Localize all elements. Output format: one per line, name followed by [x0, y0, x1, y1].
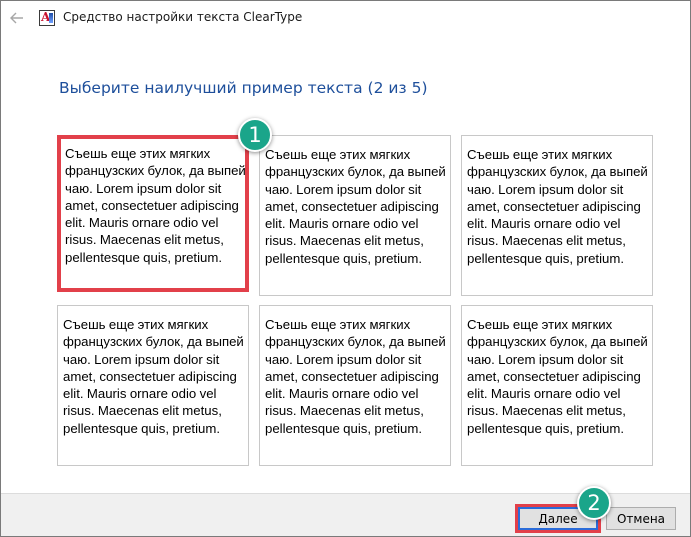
window-title: Средство настройки текста ClearType: [63, 10, 303, 24]
sample-tile-4[interactable]: Съешь еще этих мягких французских булок,…: [57, 305, 249, 466]
sample-text: Съешь еще этих мягких французских булок,…: [265, 147, 446, 266]
sample-text: Съешь еще этих мягких французских булок,…: [467, 147, 648, 266]
sample-tile-6[interactable]: Съешь еще этих мягких французских булок,…: [461, 305, 653, 466]
title-bar: A Средство настройки текста ClearType: [1, 1, 690, 34]
sample-text: Съешь еще этих мягких французских булок,…: [65, 146, 246, 265]
sample-tile-3[interactable]: Съешь еще этих мягких французских булок,…: [461, 135, 653, 296]
step-badge-2: 2: [577, 486, 611, 520]
page-heading: Выберите наилучший пример текста (2 из 5…: [59, 79, 428, 97]
cancel-button[interactable]: Отмена: [606, 507, 676, 530]
sample-tile-2[interactable]: Съешь еще этих мягких французских булок,…: [259, 135, 451, 296]
step-badge-1: 1: [238, 118, 272, 152]
sample-text: Съешь еще этих мягких французских булок,…: [265, 317, 446, 436]
sample-text: Съешь еще этих мягких французских булок,…: [467, 317, 648, 436]
back-button[interactable]: [1, 1, 32, 34]
sample-tile-5[interactable]: Съешь еще этих мягких французских булок,…: [259, 305, 451, 466]
sample-text: Съешь еще этих мягких французских булок,…: [63, 317, 244, 436]
cleartype-window: A Средство настройки текста ClearType Вы…: [0, 0, 691, 537]
sample-tile-1[interactable]: Съешь еще этих мягких французских булок,…: [57, 135, 249, 292]
cleartype-app-icon: A: [39, 10, 55, 26]
arrow-left-icon: [9, 12, 23, 23]
